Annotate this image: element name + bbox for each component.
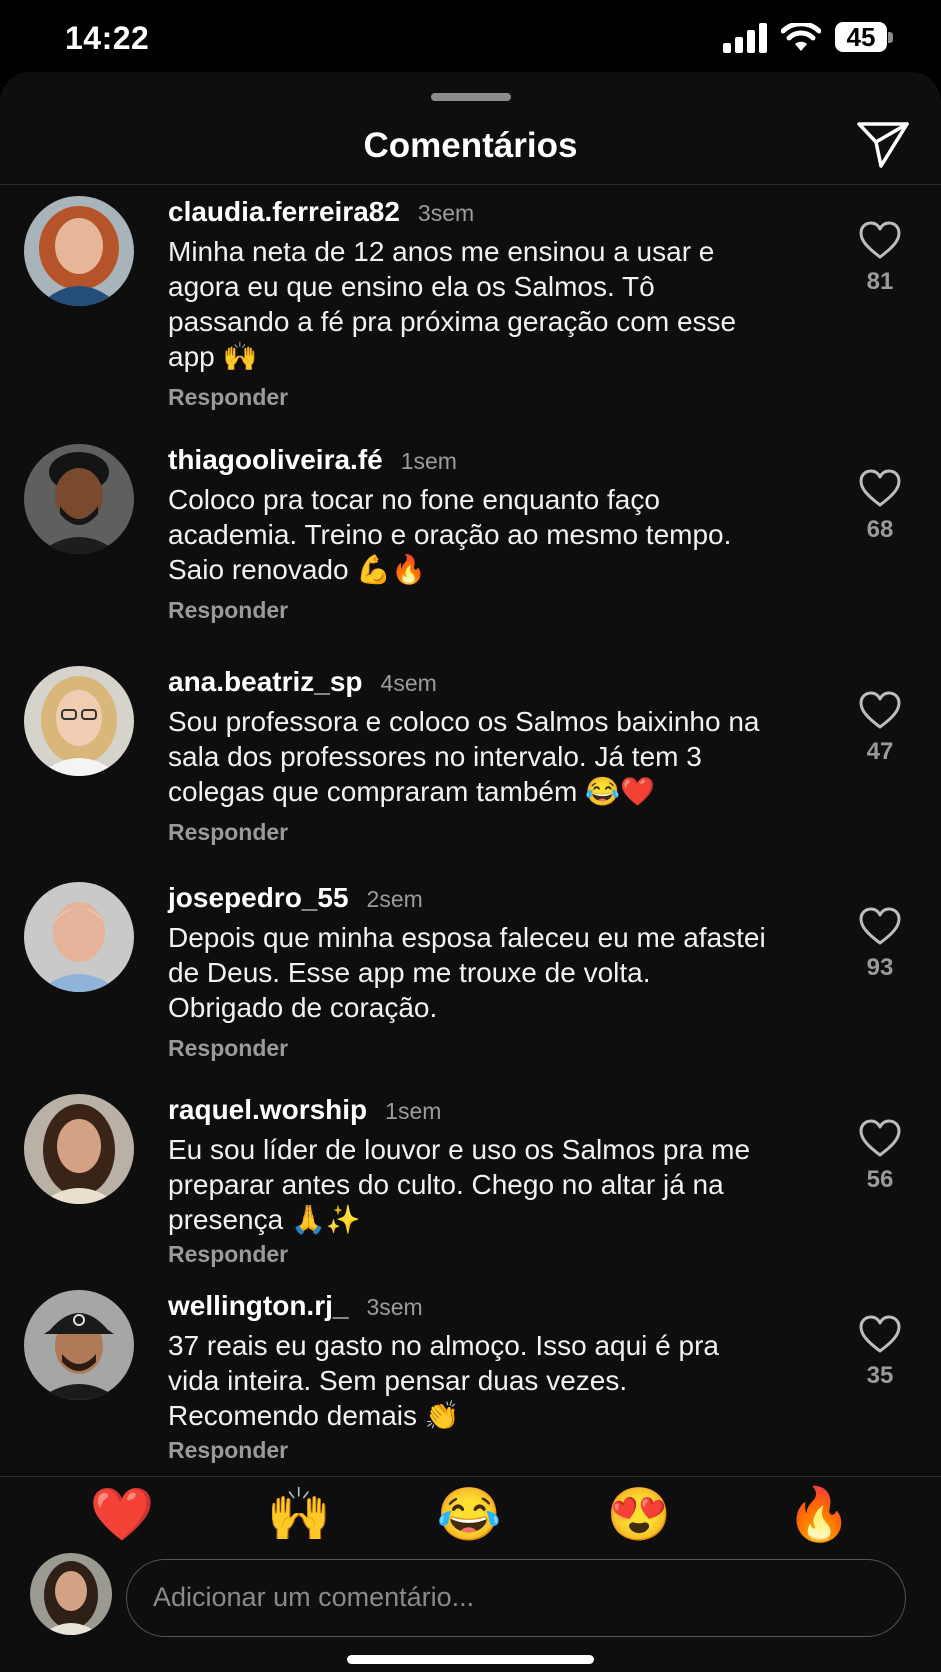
my-avatar: [30, 1553, 112, 1635]
comments-sheet: Comentários claudia.ferreira82 3sem Minh…: [0, 72, 941, 1672]
like-button[interactable]: 81: [855, 220, 905, 296]
username[interactable]: claudia.ferreira82: [168, 196, 400, 228]
comment-input[interactable]: Adicionar um comentário...: [126, 1559, 906, 1637]
avatar[interactable]: [24, 882, 134, 992]
status-bar: 14:22 45: [0, 0, 941, 78]
heart-icon[interactable]: [858, 906, 902, 946]
avatar[interactable]: [24, 444, 134, 554]
reply-button[interactable]: Responder: [168, 1437, 768, 1464]
comment-time: 3sem: [417, 200, 475, 226]
signal-icon: [723, 23, 767, 53]
reply-button[interactable]: Responder: [168, 819, 768, 846]
like-button[interactable]: 93: [855, 906, 905, 982]
like-count: 47: [866, 738, 894, 765]
status-time: 14:22: [65, 20, 150, 56]
battery-level: 45: [846, 22, 876, 52]
comment-text: Coloco pra tocar no fone enquanto faço a…: [168, 484, 732, 585]
avatar[interactable]: [24, 666, 134, 776]
home-indicator[interactable]: [347, 1655, 594, 1664]
like-count: 56: [866, 1166, 894, 1193]
reaction-raising-hands[interactable]: 🙌: [259, 1485, 339, 1545]
username[interactable]: josepedro_55: [168, 882, 349, 914]
comment-time: 4sem: [380, 670, 437, 696]
like-button[interactable]: 35: [855, 1314, 905, 1390]
comment-text: Sou professora e coloco os Salmos baixin…: [168, 706, 760, 807]
username[interactable]: ana.beatriz_sp: [168, 666, 363, 698]
heart-icon[interactable]: [858, 220, 902, 260]
comment-body: josepedro_55 2sem Depois que minha espos…: [168, 882, 768, 1062]
sheet-grabber[interactable]: [431, 93, 511, 101]
like-button[interactable]: 68: [855, 468, 905, 544]
comment-time: 3sem: [366, 1294, 423, 1320]
like-count: 68: [866, 516, 894, 543]
battery-icon: 45: [835, 22, 893, 54]
heart-icon[interactable]: [858, 1118, 902, 1158]
like-count: 81: [866, 268, 894, 295]
wifi-icon: [781, 23, 821, 51]
heart-icon[interactable]: [858, 1314, 902, 1354]
reply-button[interactable]: Responder: [168, 1035, 768, 1062]
reaction-bar: ❤️ 🙌 😂 😍 🔥: [0, 1477, 941, 1557]
username[interactable]: wellington.rj_: [168, 1290, 348, 1322]
comment-text: Eu sou líder de louvor e uso os Salmos p…: [168, 1134, 751, 1235]
comment-body: raquel.worship 1sem Eu sou líder de louv…: [168, 1094, 768, 1268]
like-count: 35: [866, 1362, 894, 1389]
avatar[interactable]: [24, 1094, 134, 1204]
comment-text: Minha neta de 12 anos me ensinou a usar …: [168, 236, 737, 372]
reply-button[interactable]: Responder: [168, 384, 768, 411]
heart-icon[interactable]: [858, 468, 902, 508]
header-divider: [0, 184, 941, 185]
like-count: 93: [866, 954, 894, 981]
username[interactable]: thiagooliveira.fé: [168, 444, 383, 476]
comment-body: ana.beatriz_sp 4sem Sou professora e col…: [168, 666, 768, 846]
reaction-laughing[interactable]: 😂: [429, 1485, 509, 1545]
reaction-heart-eyes[interactable]: 😍: [599, 1485, 679, 1545]
comment-time: 1sem: [385, 1098, 442, 1124]
comment-time: 1sem: [400, 448, 457, 474]
like-button[interactable]: 56: [855, 1118, 905, 1194]
composer-panel: ❤️ 🙌 😂 😍 🔥 Adicionar um comentário...: [0, 1477, 941, 1672]
comment-body: thiagooliveira.fé 1sem Coloco pra tocar …: [168, 444, 768, 624]
avatar[interactable]: [24, 196, 134, 306]
reply-button[interactable]: Responder: [168, 597, 768, 624]
reaction-heart[interactable]: ❤️: [82, 1485, 162, 1545]
comment-body: claudia.ferreira82 3sem Minha neta de 12…: [168, 196, 768, 411]
sheet-title: Comentários: [363, 126, 578, 165]
reaction-fire[interactable]: 🔥: [779, 1485, 859, 1545]
like-button[interactable]: 47: [855, 690, 905, 766]
avatar[interactable]: [24, 1290, 134, 1400]
heart-icon[interactable]: [858, 690, 902, 730]
comment-body: wellington.rj_ 3sem 37 reais eu gasto no…: [168, 1290, 768, 1464]
comment-text: 37 reais eu gasto no almoço. Isso aqui é…: [168, 1330, 720, 1431]
username[interactable]: raquel.worship: [168, 1094, 367, 1126]
comment-text: Depois que minha esposa faleceu eu me af…: [168, 922, 766, 1023]
reply-button[interactable]: Responder: [168, 1241, 768, 1268]
status-icons: 45: [723, 22, 893, 54]
comment-time: 2sem: [366, 886, 423, 912]
paper-plane-icon[interactable]: [855, 118, 911, 170]
